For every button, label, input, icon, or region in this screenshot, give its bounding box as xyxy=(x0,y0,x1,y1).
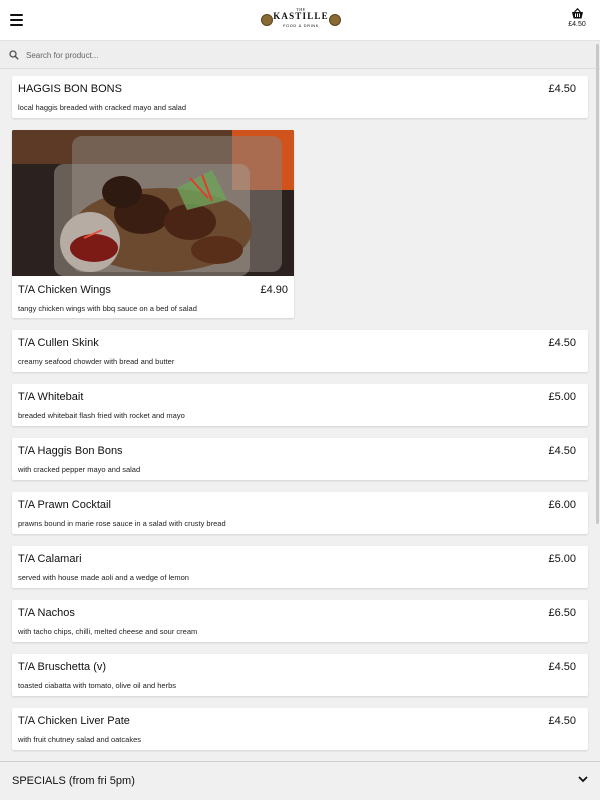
item-title: T/A Cullen Skink xyxy=(18,337,99,349)
item-title: T/A Nachos xyxy=(18,607,75,619)
menu-item-card[interactable]: T/A Prawn Cocktail £6.00 prawns bound in… xyxy=(12,492,588,534)
item-title: T/A Prawn Cocktail xyxy=(18,499,111,511)
logo-subtitle-text: FOOD & DRINK xyxy=(282,23,320,28)
menu-item-card[interactable]: T/A Bruschetta (v) £4.50 toasted ciabatt… xyxy=(12,654,588,696)
item-description: with tacho chips, chilli, melted cheese … xyxy=(18,627,198,636)
item-title: T/A Whitebait xyxy=(18,391,84,403)
menu-item-card[interactable]: T/A Chicken Wings £4.90 tangy chicken wi… xyxy=(12,130,294,318)
item-title: T/A Chicken Wings xyxy=(18,284,111,296)
item-description: prawns bound in marie rose sauce in a sa… xyxy=(18,519,226,528)
item-price: £6.00 xyxy=(548,499,576,511)
hamburger-menu-icon[interactable] xyxy=(10,14,23,26)
menu-item-card[interactable]: T/A Cullen Skink £4.50 creamy seafood ch… xyxy=(12,330,588,372)
item-price: £4.50 xyxy=(548,445,576,457)
item-description: local haggis breaded with cracked mayo a… xyxy=(18,103,187,112)
menu-item-card[interactable]: T/A Nachos £6.50 with tacho chips, chill… xyxy=(12,600,588,642)
kastille-logo[interactable]: THE KASTILLE FOOD & DRINK xyxy=(258,6,344,34)
specials-label: SPECIALS (from fri 5pm) xyxy=(12,775,135,787)
item-title: T/A Bruschetta (v) xyxy=(18,661,107,673)
item-price: £4.90 xyxy=(260,284,288,296)
item-price: £5.00 xyxy=(548,391,576,403)
item-price: £4.50 xyxy=(548,337,576,349)
top-bar: THE KASTILLE FOOD & DRINK £4.50 xyxy=(0,0,600,41)
item-price: £6.50 xyxy=(548,607,576,619)
logo-name-text: KASTILLE xyxy=(273,11,329,21)
item-description: tangy chicken wings with bbq sauce on a … xyxy=(18,304,197,313)
item-price: £4.50 xyxy=(548,83,576,95)
item-description: creamy seafood chowder with bread and bu… xyxy=(18,357,175,366)
chicken-wings-photo xyxy=(12,130,294,276)
item-description: toasted ciabatta with tomato, olive oil … xyxy=(18,681,177,690)
item-description: with fruit chutney salad and oatcakes xyxy=(18,735,141,744)
item-description: with cracked pepper mayo and salad xyxy=(18,465,141,474)
cart-total: £4.50 xyxy=(568,21,586,28)
item-description: breaded whitebait flash fried with rocke… xyxy=(18,411,185,420)
menu-item-card[interactable]: T/A Whitebait £5.00 breaded whitebait fl… xyxy=(12,384,588,426)
menu-item-card[interactable]: HAGGIS BON BONS £4.50 local haggis bread… xyxy=(12,76,588,118)
item-title: HAGGIS BON BONS xyxy=(18,83,122,95)
scrollbar[interactable] xyxy=(596,44,599,524)
item-title: T/A Chicken Liver Pate xyxy=(18,715,130,727)
menu-item-card[interactable]: T/A Calamari £5.00 served with house mad… xyxy=(12,546,588,588)
search-icon xyxy=(9,50,19,60)
specials-category-header[interactable]: SPECIALS (from fri 5pm) xyxy=(0,761,600,800)
cart-button[interactable]: £4.50 xyxy=(562,8,592,34)
search-bar xyxy=(0,41,600,69)
item-price: £4.50 xyxy=(548,661,576,673)
item-price: £4.50 xyxy=(548,715,576,727)
menu-item-card[interactable]: T/A Haggis Bon Bons £4.50 with cracked p… xyxy=(12,438,588,480)
item-title: T/A Haggis Bon Bons xyxy=(18,445,123,457)
item-price: £5.00 xyxy=(548,553,576,565)
search-input[interactable] xyxy=(26,45,586,65)
item-title: T/A Calamari xyxy=(18,553,82,565)
item-description: served with house made aoli and a wedge … xyxy=(18,573,189,582)
chevron-down-icon xyxy=(578,776,588,783)
menu-item-card[interactable]: T/A Chicken Liver Pate £4.50 with fruit … xyxy=(12,708,588,750)
basket-icon xyxy=(571,8,583,19)
